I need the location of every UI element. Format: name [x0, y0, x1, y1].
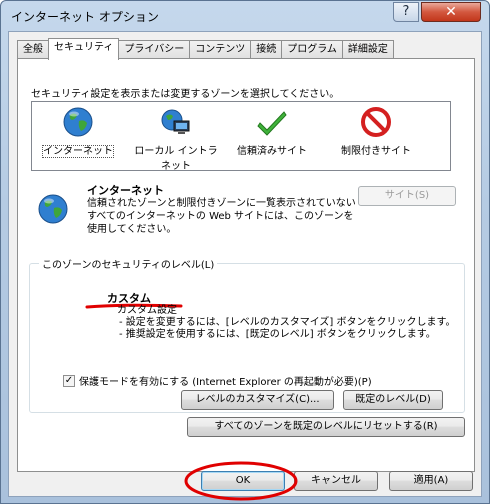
default-level-button[interactable]: 既定のレベル(D)	[343, 390, 443, 410]
annotation-circle	[184, 461, 298, 501]
custom-line: カスタム設定	[117, 305, 177, 316]
globe-icon	[63, 107, 93, 137]
apply-button[interactable]: 適用(A)	[389, 471, 473, 491]
tab-advanced[interactable]: 詳細設定	[341, 40, 394, 59]
custom-level-description: カスタム設定 - 設定を変更するには、[レベルのカスタマイズ] ボタンをクリック…	[117, 305, 455, 341]
protected-mode-checkbox[interactable]: ✓	[63, 374, 75, 387]
restricted-icon	[361, 107, 391, 137]
close-icon: ✕	[445, 4, 457, 20]
sites-button[interactable]: サイト(S)	[358, 186, 456, 206]
zone-instruction: セキュリティ設定を表示または変更するゾーンを選択してください。	[31, 89, 340, 100]
zone-trusted-sites[interactable]: 信頼済みサイト	[228, 106, 316, 157]
internet-options-window: インターネット オプション ? ✕ 全般 セキュリティ プライバシー コンテンツ…	[0, 0, 490, 504]
zone-restricted-sites[interactable]: 制限付きサイト	[332, 106, 420, 157]
zone-local-intranet[interactable]: ローカル イントラネット	[132, 106, 220, 172]
protected-mode-row[interactable]: ✓ 保護モードを有効にする (Internet Explorer の再起動が必要…	[63, 373, 372, 388]
tab-content[interactable]: コンテンツ	[189, 40, 252, 59]
tab-programs[interactable]: プログラム	[281, 40, 343, 59]
selected-zone-title: インターネット	[87, 184, 164, 197]
tab-security[interactable]: セキュリティ	[48, 38, 120, 60]
selected-zone-description: 信頼されたゾーンと制限付きゾーンに一覧表示されていないすべてのインターネットの …	[87, 198, 356, 235]
protected-mode-label: 保護モードを有効にする (Internet Explorer の再起動が必要)(…	[79, 377, 372, 388]
reset-all-zones-button[interactable]: すべてのゾーンを既定のレベルにリセットする(R)	[187, 417, 465, 437]
customize-level-button[interactable]: レベルのカスタマイズ(C)...	[181, 390, 334, 410]
zone-internet-label: インターネット	[42, 145, 114, 158]
tab-connections[interactable]: 接続	[250, 40, 283, 59]
tab-general[interactable]: 全般	[17, 40, 49, 59]
tab-strip: 全般 セキュリティ プライバシー コンテンツ 接続 プログラム 詳細設定	[17, 38, 394, 60]
help-button[interactable]: ?	[393, 2, 419, 22]
checkmark-icon	[257, 111, 287, 136]
title-bar: インターネット オプション ? ✕	[1, 1, 489, 31]
zone-local-intranet-label: ローカル イントラネット	[134, 146, 218, 172]
zone-restricted-sites-label: 制限付きサイト	[341, 146, 411, 157]
security-level-legend: このゾーンのセキュリティのレベル(L)	[39, 256, 218, 271]
tab-privacy[interactable]: プライバシー	[118, 40, 191, 59]
cancel-button[interactable]: キャンセル	[294, 471, 378, 491]
zone-internet[interactable]: インターネット	[34, 106, 122, 158]
close-button[interactable]: ✕	[421, 2, 481, 22]
zone-trusted-sites-label: 信頼済みサイト	[237, 146, 307, 157]
window-title: インターネット オプション	[11, 10, 159, 24]
zone-list: インターネット ローカル イントラネット 信頼済みサイト 制限付きサイト	[31, 101, 451, 172]
custom-line: - 推奨設定を使用するには、[既定のレベル] ボタンをクリックします。	[119, 329, 436, 340]
custom-line: - 設定を変更するには、[レベルのカスタマイズ] ボタンをクリックします。	[119, 317, 456, 328]
globe-icon	[38, 194, 68, 224]
intranet-icon	[161, 109, 190, 134]
